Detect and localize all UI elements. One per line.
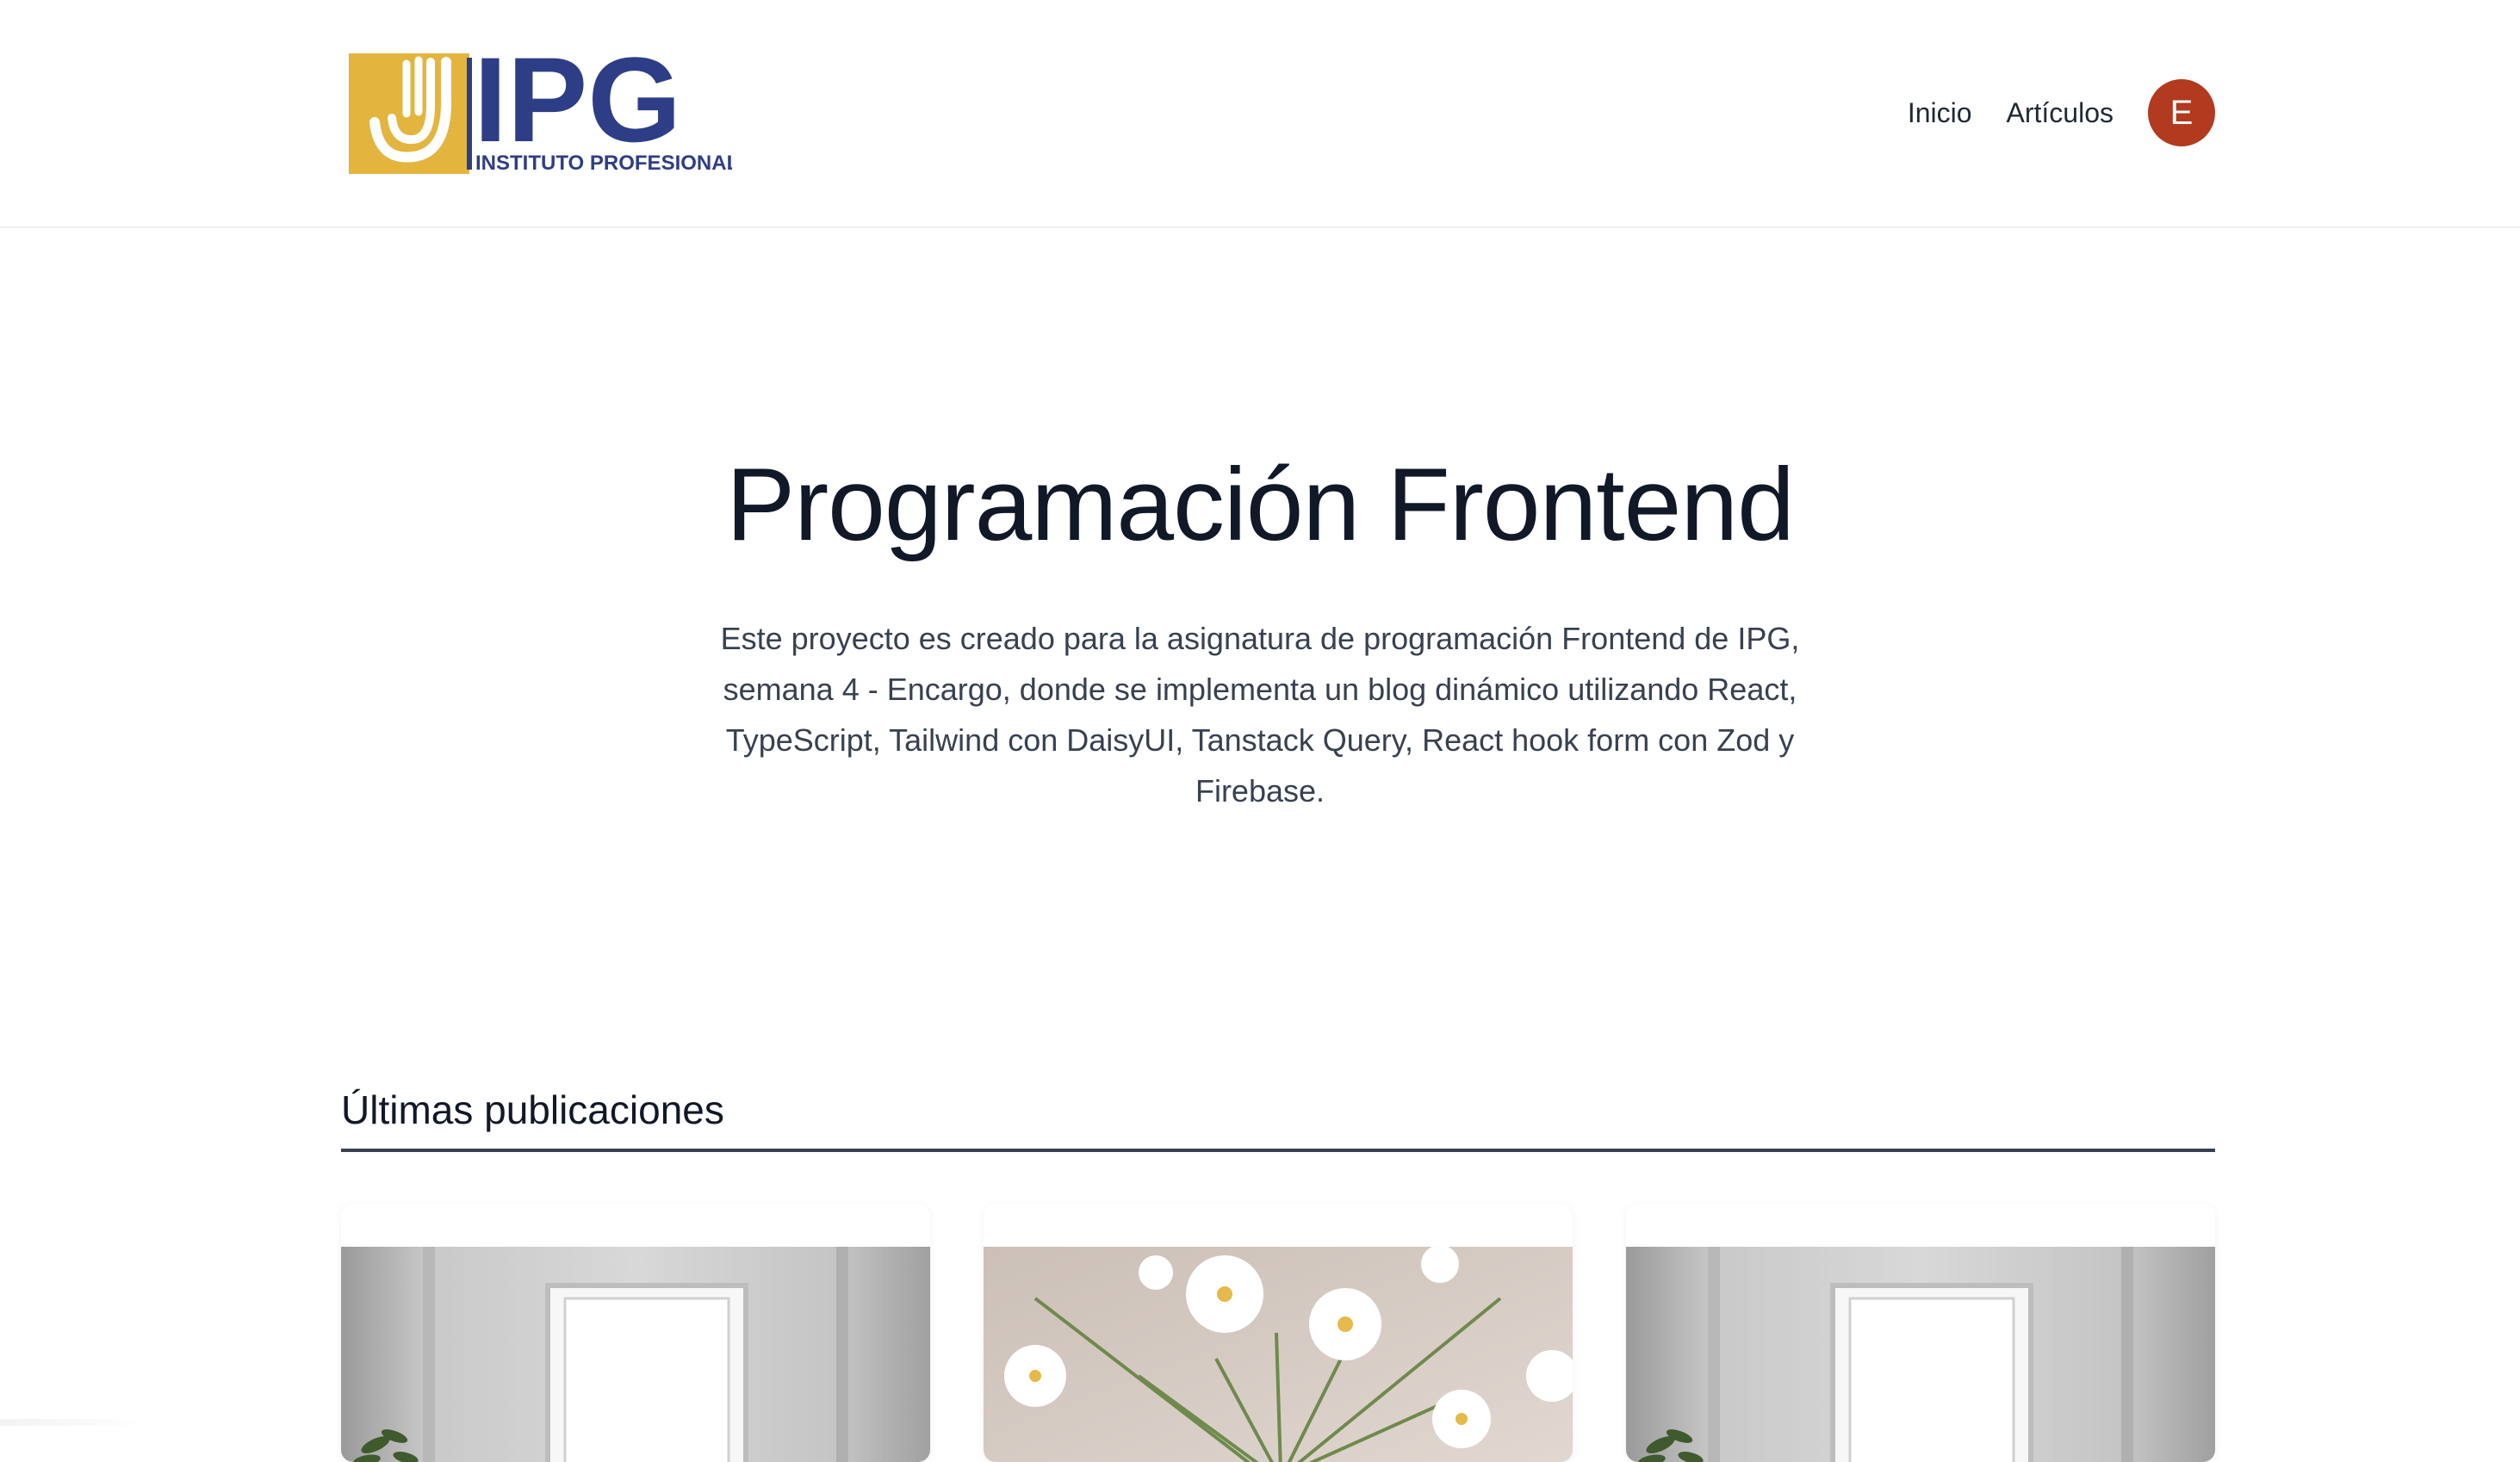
ipg-logo-image: IPG INSTITUTO PROFESIONAL xyxy=(344,45,732,181)
hero-description: Este proyecto es creado para la asignatu… xyxy=(704,613,1816,816)
post-cards xyxy=(341,1204,2215,1426)
room-window-image xyxy=(1626,1247,2215,1462)
hero-title: Programación Frontend xyxy=(0,448,2520,561)
nav-link-articulos[interactable]: Artículos xyxy=(2007,97,2113,129)
section-divider xyxy=(341,1149,2215,1152)
latest-posts-title: Últimas publicaciones xyxy=(341,1087,724,1133)
navbar: IPG INSTITUTO PROFESIONAL Inicio Artícul… xyxy=(0,0,2520,228)
corner-shadow xyxy=(0,1419,146,1426)
ipg-logo[interactable]: IPG INSTITUTO PROFESIONAL xyxy=(344,45,732,181)
logo-subtext: INSTITUTO PROFESIONAL xyxy=(475,152,732,175)
post-card[interactable] xyxy=(1626,1204,2215,1462)
flowers-image xyxy=(984,1247,1573,1462)
room-window-image xyxy=(341,1247,930,1462)
logo-text: IPG xyxy=(474,45,681,167)
post-card[interactable] xyxy=(984,1204,1573,1462)
hero-section: Programación Frontend Este proyecto es c… xyxy=(0,228,2520,816)
post-card[interactable] xyxy=(341,1204,930,1462)
nav-link-inicio[interactable]: Inicio xyxy=(1908,97,1972,129)
user-avatar[interactable]: E xyxy=(2148,79,2215,146)
main-nav: Inicio Artículos E xyxy=(1908,79,2215,146)
